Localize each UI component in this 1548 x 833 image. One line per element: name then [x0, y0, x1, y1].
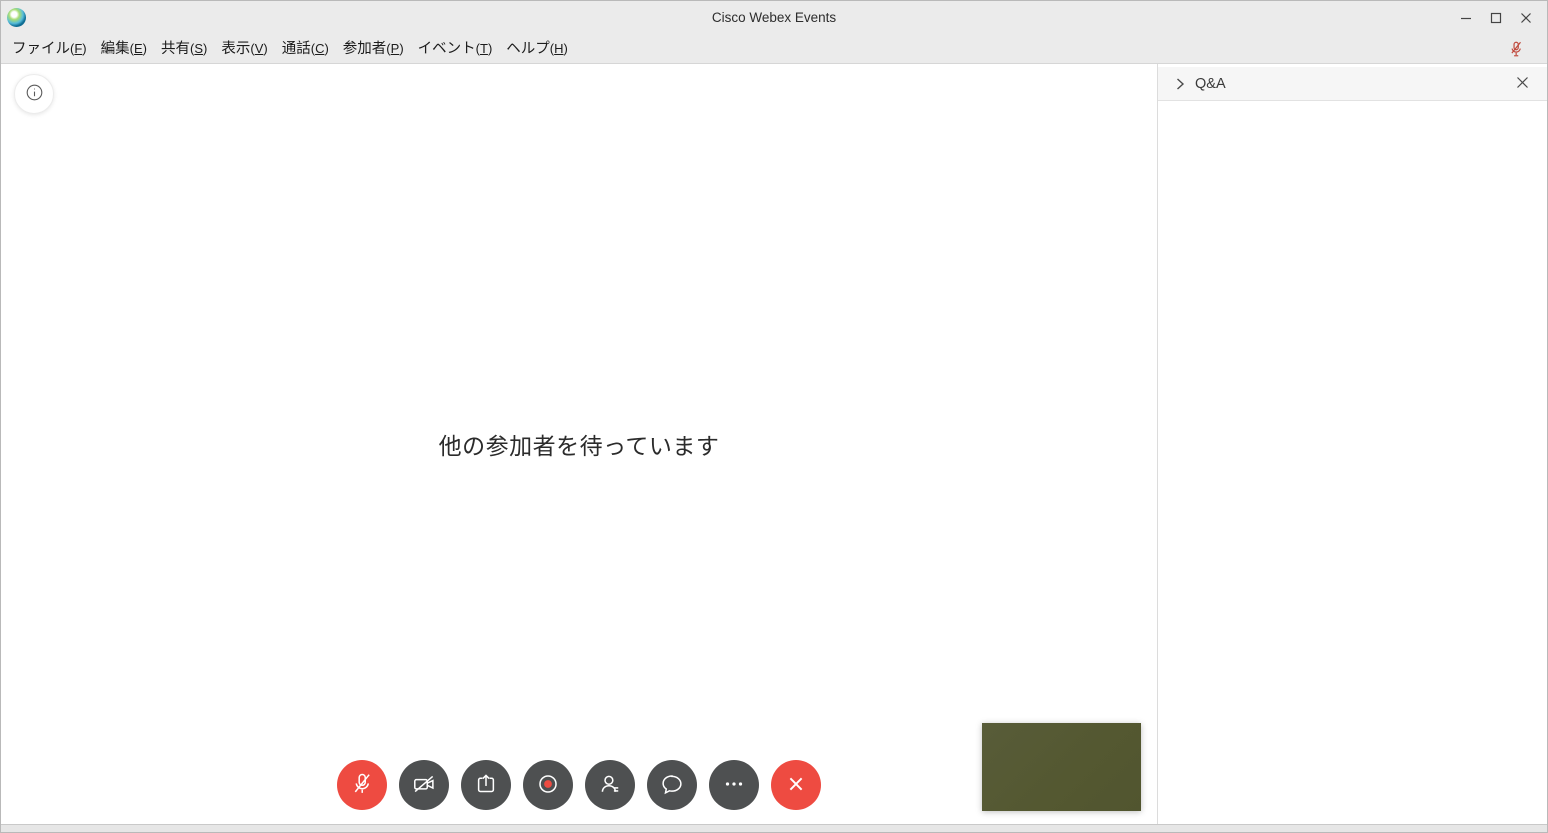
camera-button[interactable] [399, 760, 449, 810]
access-key: S [190, 41, 207, 56]
menu-item-label: イベント [418, 41, 476, 57]
access-key: P [386, 41, 403, 56]
muted-mic-indicator-icon [1507, 39, 1525, 59]
chevron-right-icon [1174, 77, 1186, 91]
participants-button[interactable] [585, 760, 635, 810]
mic-muted-icon [349, 771, 375, 800]
window-controls [1451, 1, 1541, 34]
share-content-button[interactable] [461, 760, 511, 810]
minimize-button[interactable] [1451, 1, 1481, 34]
access-key: H [550, 41, 568, 56]
maximize-icon [1490, 12, 1502, 24]
menu-item-edit[interactable]: 編集E [94, 34, 154, 64]
window-title: Cisco Webex Events [1, 1, 1547, 34]
record-button[interactable] [523, 760, 573, 810]
menu-item-event[interactable]: イベントT [411, 34, 500, 64]
menu-item-label: ファイル [12, 41, 70, 57]
window-bottom-frame [1, 824, 1547, 832]
close-button[interactable] [1511, 1, 1541, 34]
webex-window: Cisco Webex Events ファイルF 編集E 共有S 表示V 通話C… [0, 0, 1548, 833]
menu-item-label: 通話 [282, 41, 311, 57]
menu-item-call[interactable]: 通話C [275, 34, 336, 64]
camera-off-icon [411, 771, 437, 800]
qa-panel-body [1158, 101, 1547, 824]
menu-item-view[interactable]: 表示V [214, 34, 274, 64]
self-video-thumbnail[interactable] [982, 723, 1141, 811]
menu-item-label: 編集 [101, 41, 130, 57]
access-key: C [311, 41, 329, 56]
qa-panel: Q&A [1158, 64, 1547, 824]
access-key: T [476, 41, 493, 56]
share-icon [473, 771, 499, 800]
leave-event-button[interactable] [771, 760, 821, 810]
menu-item-help[interactable]: ヘルプH [499, 34, 575, 64]
more-icon [721, 771, 747, 800]
menu-item-label: 表示 [221, 41, 250, 57]
chat-icon [659, 771, 685, 800]
record-icon [535, 771, 561, 800]
access-key: F [70, 41, 87, 56]
close-x-icon [783, 771, 809, 800]
menu-item-label: 共有 [161, 41, 190, 57]
chat-button[interactable] [647, 760, 697, 810]
menu-bar: ファイルF 編集E 共有S 表示V 通話C 参加者P イベントT ヘルプH [1, 34, 1547, 64]
access-key: V [250, 41, 267, 56]
minimize-icon [1460, 12, 1472, 24]
title-bar: Cisco Webex Events [1, 1, 1547, 34]
qa-panel-title: Q&A [1195, 76, 1226, 92]
menu-item-label: 参加者 [343, 41, 387, 57]
maximize-button[interactable] [1481, 1, 1511, 34]
menu-item-label: ヘルプ [506, 41, 550, 57]
meeting-info-button[interactable] [14, 74, 54, 114]
qa-panel-header[interactable]: Q&A [1158, 67, 1547, 101]
qa-close-button[interactable] [1511, 67, 1533, 101]
content-area: 他の参加者を待っています [1, 64, 1547, 824]
meeting-stage: 他の参加者を待っています [1, 64, 1158, 824]
close-icon [1516, 76, 1529, 92]
waiting-message: 他の参加者を待っています [439, 427, 720, 461]
more-options-button[interactable] [709, 760, 759, 810]
mute-button[interactable] [337, 760, 387, 810]
close-icon [1520, 12, 1532, 24]
info-icon [26, 84, 43, 104]
menu-item-share[interactable]: 共有S [154, 34, 214, 64]
menu-item-participant[interactable]: 参加者P [336, 34, 411, 64]
participants-icon [597, 771, 623, 800]
menu-item-file[interactable]: ファイルF [5, 34, 94, 64]
access-key: E [130, 41, 147, 56]
